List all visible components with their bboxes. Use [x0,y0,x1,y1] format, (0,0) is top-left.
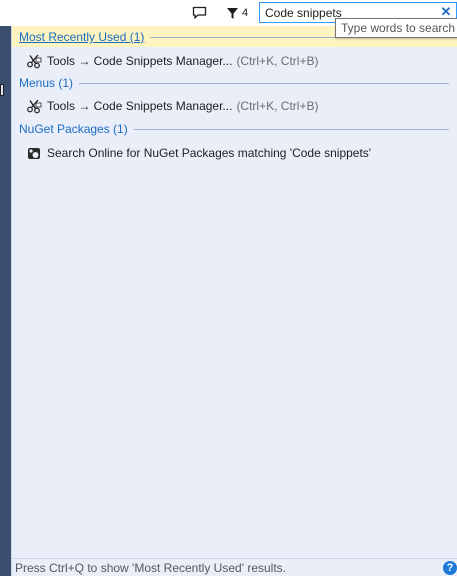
notification-flag-icon [227,7,238,19]
footer-hint: Press Ctrl+Q to show 'Most Recently Used… [15,561,287,575]
notification-count: 4 [242,7,249,19]
section-divider [133,128,449,130]
snippet-icon [27,54,42,69]
section-title-most-recently-used[interactable]: Most Recently Used (1) [19,30,144,44]
section-nuget-packages: NuGet Packages (1) [19,121,449,137]
help-icon[interactable]: ? [443,561,457,575]
search-tooltip: Type words to search f [335,18,457,38]
result-label: Tools → Code Snippets Manager... [47,54,233,68]
result-item-nuget-search[interactable]: Search Online for NuGet Packages matchin… [26,144,446,162]
editor-tab-marker [0,84,4,96]
nuget-icon [28,148,40,159]
section-divider [79,82,449,84]
quick-launch-results: Most Recently Used (1) Tools → Code Snip… [11,26,457,576]
feedback-icon[interactable] [192,6,207,19]
section-title-nuget-packages: NuGet Packages (1) [19,122,128,136]
notifications-button[interactable]: 4 [226,5,248,21]
editor-left-edge [0,26,11,576]
section-menus: Menus (1) [19,75,449,91]
result-item-mru-snippets-manager[interactable]: Tools → Code Snippets Manager... (Ctrl+K… [26,52,446,70]
status-footer: Press Ctrl+Q to show 'Most Recently Used… [12,558,457,576]
result-item-menus-snippets-manager[interactable]: Tools → Code Snippets Manager... (Ctrl+K… [26,97,446,115]
result-label: Search Online for NuGet Packages matchin… [47,146,372,160]
result-shortcut: (Ctrl+K, Ctrl+B) [236,54,319,68]
result-label: Tools → Code Snippets Manager... [47,99,233,113]
snippet-icon [27,99,42,114]
result-shortcut: (Ctrl+K, Ctrl+B) [236,99,319,113]
section-title-menus: Menus (1) [19,76,74,90]
